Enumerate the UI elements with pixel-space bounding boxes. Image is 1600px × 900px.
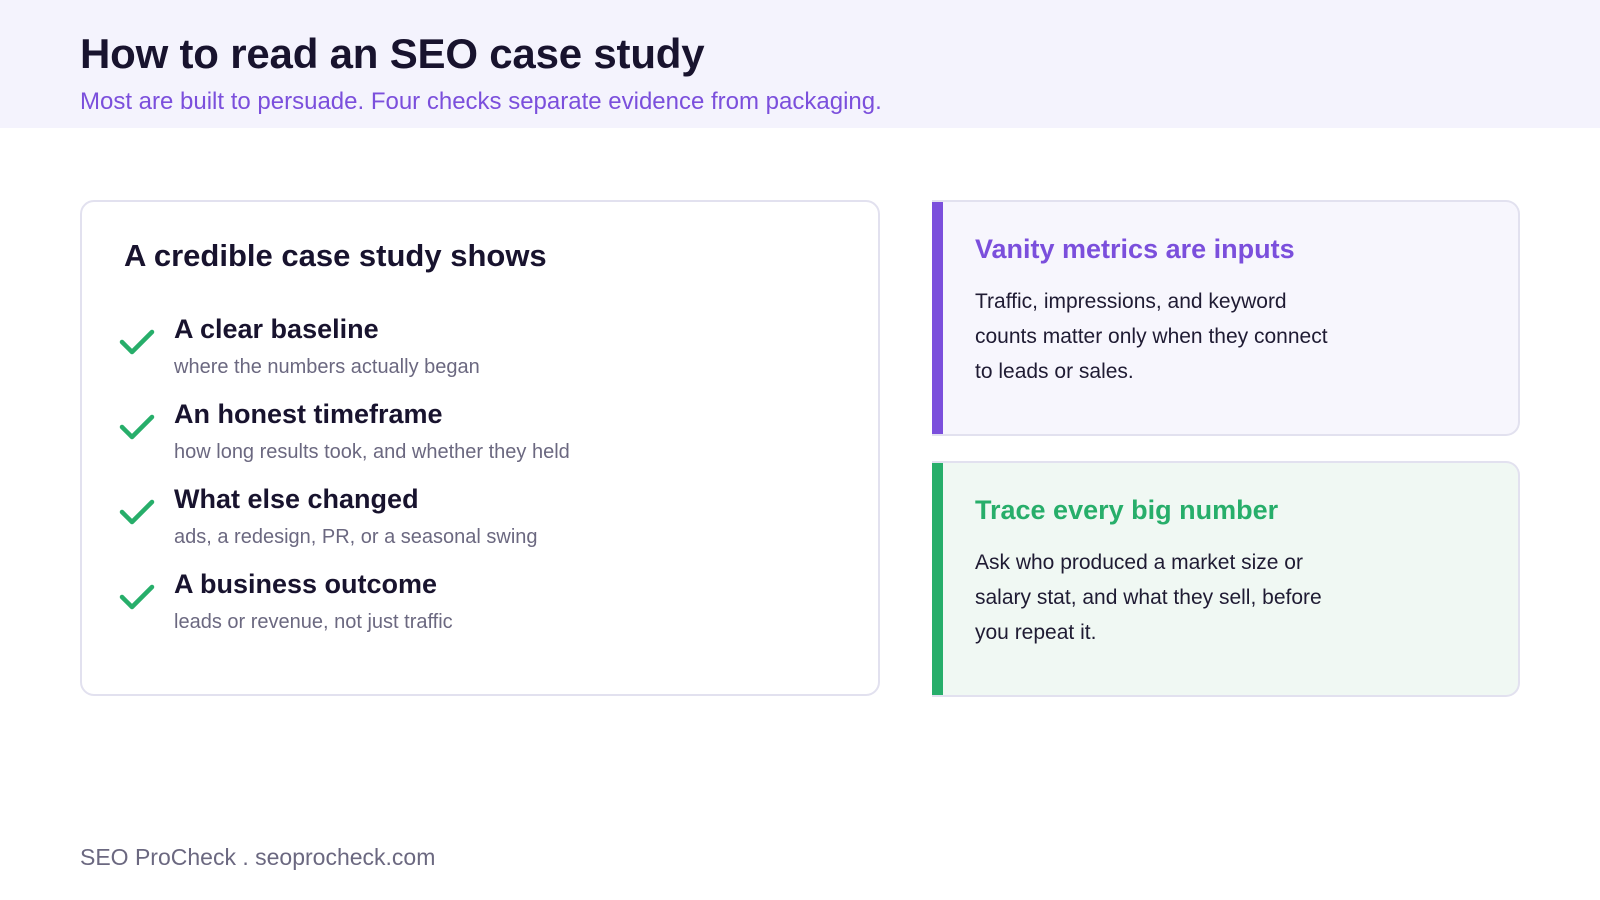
vanity-metrics-callout: Vanity metrics are inputs Traffic, impre… — [932, 200, 1520, 436]
footer-brand: SEO ProCheck . seoprocheck.com — [80, 844, 436, 870]
callout-title: Vanity metrics are inputs — [975, 234, 1295, 264]
callout-body: Traffic, impressions, and keyword counts… — [975, 290, 1328, 383]
checklist-item: An honest timeframe how long results too… — [118, 399, 838, 475]
checkmark-icon — [118, 407, 156, 445]
callout-title: Trace every big number — [975, 495, 1279, 525]
checklist-item-description: where the numbers actually began — [174, 356, 480, 378]
checklist-card: A credible case study shows A clear base… — [80, 200, 880, 696]
page-subtitle: Most are built to persuade. Four checks … — [80, 88, 882, 115]
trace-numbers-callout: Trace every big number Ask who produced … — [932, 461, 1520, 697]
callout-accent-bar — [932, 202, 943, 434]
checklist-title: A credible case study shows — [124, 238, 547, 273]
checklist-item-title: A clear baseline — [174, 314, 379, 344]
checklist-item: A clear baseline where the numbers actua… — [118, 314, 838, 390]
checkmark-icon — [118, 577, 156, 615]
callout-body: Ask who produced a market size or salary… — [975, 551, 1322, 644]
checklist-item-description: leads or revenue, not just traffic — [174, 611, 453, 633]
checklist-item-description: how long results took, and whether they … — [174, 441, 570, 463]
checklist-item-title: A business outcome — [174, 569, 438, 599]
header-banner: How to read an SEO case study Most are b… — [0, 0, 1600, 128]
checklist-item: A business outcome leads or revenue, not… — [118, 569, 838, 645]
checkmark-icon — [118, 492, 156, 530]
callout-accent-bar — [932, 463, 943, 695]
checklist-item-title: An honest timeframe — [174, 399, 443, 429]
checkmark-icon — [118, 322, 156, 360]
page-title: How to read an SEO case study — [80, 30, 705, 77]
checklist-item-title: What else changed — [174, 484, 419, 514]
checklist-item: What else changed ads, a redesign, PR, o… — [118, 484, 838, 560]
checklist-item-description: ads, a redesign, PR, or a seasonal swing — [174, 526, 538, 548]
